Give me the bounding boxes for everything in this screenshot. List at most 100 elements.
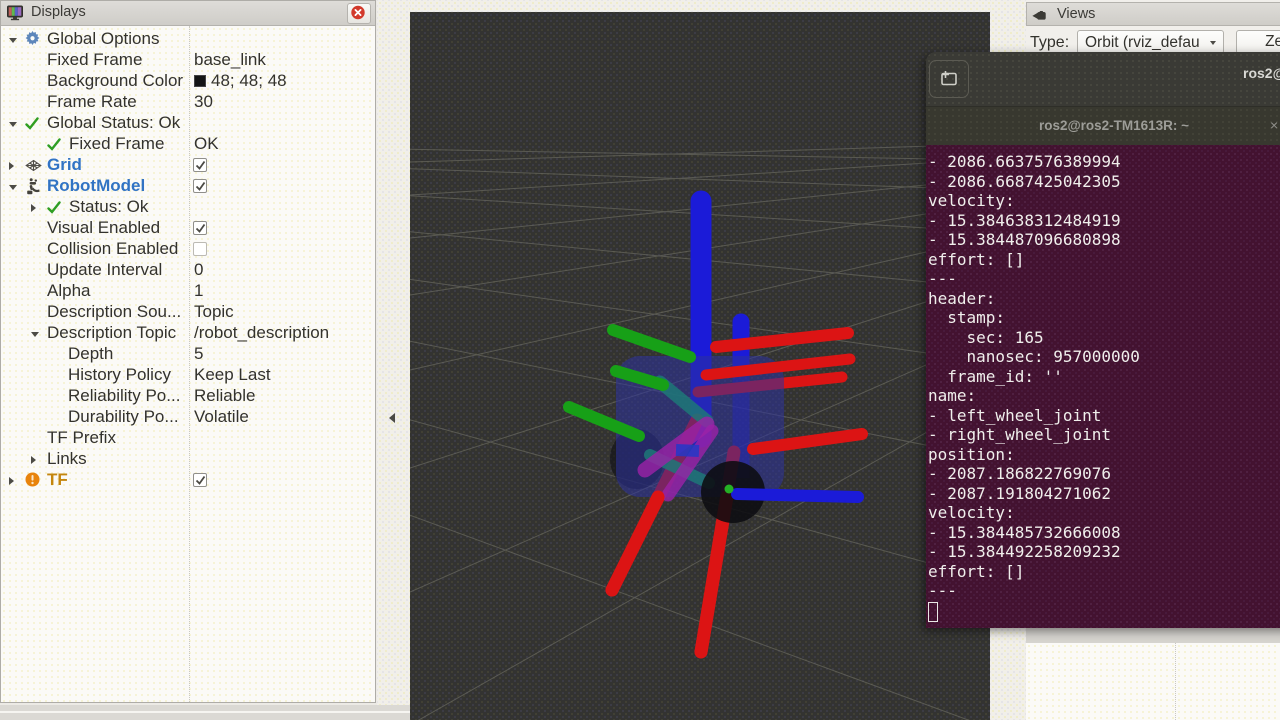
views-tree[interactable] <box>1026 643 1280 720</box>
property-value[interactable]: 0 <box>194 260 203 280</box>
center-blue <box>676 450 699 451</box>
collapse-left-panel-icon[interactable] <box>389 413 395 423</box>
tree-row-frame-rate[interactable]: Frame Rate30 <box>1 92 375 113</box>
terminal-body[interactable]: - 2086.6637576389994- 2086.6687425042305… <box>926 145 1280 628</box>
property-name: Fixed Frame <box>47 50 142 70</box>
displays-panel-header[interactable]: Displays <box>1 1 375 26</box>
checkbox-checked[interactable] <box>193 158 207 172</box>
tree-row-depth[interactable]: Depth5 <box>1 344 375 365</box>
property-value[interactable]: base_link <box>194 50 266 70</box>
terminal-line: - 2087.186822769076 <box>928 464 1140 484</box>
terminal-line: nanosec: 957000000 <box>928 347 1140 367</box>
status-ok-icon <box>47 138 61 151</box>
displays-panel: Displays Global OptionsFixed Frame base_l… <box>0 0 376 703</box>
property-name: Global Status: Ok <box>47 113 180 133</box>
terminal-window-title: ros2@ros2-TM1613R: ~ <box>1243 65 1280 81</box>
terminal-new-tab-button[interactable] <box>929 60 969 98</box>
expander-closed-icon[interactable] <box>9 477 14 485</box>
property-value[interactable]: Reliable <box>194 386 255 406</box>
expander-open-icon[interactable] <box>31 332 39 337</box>
property-value[interactable]: 5 <box>194 344 203 364</box>
tree-row-tf-prefix[interactable]: TF Prefix <box>1 428 375 449</box>
views-panel-title: Views <box>1057 6 1095 22</box>
status-ok-icon <box>25 117 39 130</box>
robotmodel-icon <box>25 178 41 195</box>
tree-row-fixed-frame[interactable]: Fixed FrameOK <box>1 134 375 155</box>
tree-row-history-policy[interactable]: History Policy Keep Last <box>1 365 375 386</box>
property-value[interactable]: OK <box>194 134 219 154</box>
close-icon <box>348 4 368 21</box>
tree-row-visual-enabled[interactable]: Visual Enabled <box>1 218 375 239</box>
terminal-line: - left_wheel_joint <box>928 406 1140 426</box>
tree-row-alpha[interactable]: Alpha1 <box>1 281 375 302</box>
3d-scene <box>410 12 990 720</box>
terminal-line: stamp: <box>928 308 1140 328</box>
terminal-cursor <box>928 602 938 622</box>
expander-open-icon[interactable] <box>9 122 17 127</box>
tree-row-global-options[interactable]: Global Options <box>1 29 375 50</box>
terminal-line: frame_id: '' <box>928 367 1140 387</box>
tree-row-update-interval[interactable]: Update Interval0 <box>1 260 375 281</box>
property-name: Background Color <box>47 71 183 91</box>
property-name: History Policy <box>68 365 171 385</box>
new-tab-icon <box>939 70 959 88</box>
property-value[interactable]: Keep Last <box>194 365 271 385</box>
expander-closed-icon[interactable] <box>31 204 36 212</box>
expander-open-icon[interactable] <box>9 185 17 190</box>
robot-model <box>569 201 862 652</box>
property-name: Status: Ok <box>69 197 148 217</box>
tree-row-status-ok[interactable]: Status: Ok <box>1 197 375 218</box>
tree-row-description-sou[interactable]: Description Sou...Topic <box>1 302 375 323</box>
property-value[interactable]: 30 <box>194 92 213 112</box>
property-name: Collision Enabled <box>47 239 178 259</box>
property-value[interactable]: 1 <box>194 281 203 301</box>
terminal-line: name: <box>928 386 1140 406</box>
property-value: 48; 48; 48 <box>211 71 287 91</box>
terminal-line: - 2087.191804271062 <box>928 484 1140 504</box>
tree-row-reliability-po[interactable]: Reliability Po...Reliable <box>1 386 375 407</box>
terminal-line: sec: 165 <box>928 328 1140 348</box>
expander-closed-icon[interactable] <box>31 456 36 464</box>
tree-row-tf[interactable]: TF <box>1 470 375 491</box>
terminal-tab-close-icon[interactable]: × <box>1270 117 1278 133</box>
property-name: Visual Enabled <box>47 218 160 238</box>
terminal-line: - 15.384485732666008 <box>928 523 1140 543</box>
tree-row-collision-enabled[interactable]: Collision Enabled <box>1 239 375 260</box>
tree-row-background-color[interactable]: Background Color 48; 48; 48 <box>1 71 375 92</box>
tree-row-grid[interactable]: Grid <box>1 155 375 176</box>
checkbox-unchecked[interactable] <box>193 242 207 256</box>
displays-close-button[interactable] <box>347 3 371 24</box>
green-speck <box>725 485 734 494</box>
expander-closed-icon[interactable] <box>9 162 14 170</box>
tree-row-fixed-frame[interactable]: Fixed Frame base_link <box>1 50 375 71</box>
expander-open-icon[interactable] <box>9 38 17 43</box>
grid-display-icon <box>25 159 42 172</box>
tree-row-durability-po[interactable]: Durability Po...Volatile <box>1 407 375 428</box>
terminal-line: effort: [] <box>928 250 1140 270</box>
checkbox-checked[interactable] <box>193 221 207 235</box>
tree-row-global-status-ok[interactable]: Global Status: Ok <box>1 113 375 134</box>
property-value[interactable]: Topic <box>194 302 234 322</box>
terminal-line: - 15.384638312484919 <box>928 211 1140 231</box>
terminal-line: --- <box>928 581 1140 601</box>
property-name: TF Prefix <box>47 428 116 448</box>
views-panel-header[interactable]: Views <box>1026 2 1280 26</box>
views-panel-gray-bar <box>1026 628 1280 643</box>
tree-row-description-topic[interactable]: Description Topic/robot_description <box>1 323 375 344</box>
blue-rod-bottom <box>737 494 858 497</box>
left-panel-splitter[interactable] <box>377 0 410 720</box>
tree-row-links[interactable]: Links <box>1 449 375 470</box>
checkbox-checked[interactable] <box>193 179 207 193</box>
property-name: Grid <box>47 155 82 175</box>
green-rod-1 <box>613 330 690 357</box>
terminal-tab-title[interactable]: ros2@ros2-TM1613R: ~ <box>926 118 1280 133</box>
checkbox-checked[interactable] <box>193 473 207 487</box>
views-type-combobox[interactable]: Orbit (rviz_defau <box>1077 30 1224 54</box>
tree-row-robotmodel[interactable]: RobotModel <box>1 176 375 197</box>
property-value[interactable]: Volatile <box>194 407 249 427</box>
property-value[interactable]: /robot_description <box>194 323 329 343</box>
3d-viewport[interactable] <box>410 12 990 720</box>
terminal-window: ros2@ros2-TM1613R: ~ ros2@ros2-TM1613R: … <box>926 52 1280 628</box>
views-zero-button[interactable]: Zero <box>1236 30 1280 54</box>
terminal-headerbar[interactable]: ros2@ros2-TM1613R: ~ <box>926 52 1280 106</box>
